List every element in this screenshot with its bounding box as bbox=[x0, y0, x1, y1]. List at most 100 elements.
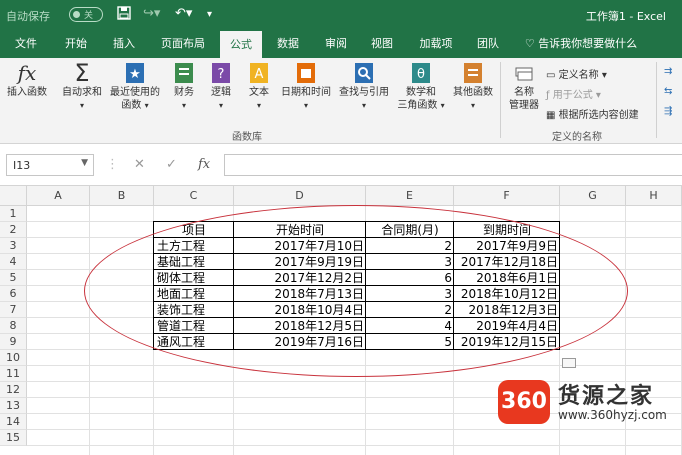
trace-precedents-icon[interactable]: ⇉ bbox=[664, 66, 672, 77]
text-button[interactable]: A 文本 ▾ bbox=[243, 62, 275, 112]
create-from-selection-button[interactable]: ▦ 根据所选内容创建 bbox=[546, 106, 639, 121]
autosave-state: 关 bbox=[84, 11, 94, 21]
ribbon-tabs: 文件 开始 插入 页面布局 公式 数据 审阅 视图 加载项 团队 ♡ 告诉我你想… bbox=[0, 30, 682, 58]
watermark-badge: 360 bbox=[498, 380, 550, 424]
autosave-toggle[interactable]: 关 bbox=[69, 7, 103, 22]
autosum-label: 自动求和 bbox=[62, 87, 102, 98]
tab-insert[interactable]: 插入 bbox=[104, 30, 144, 58]
watermark-url: www.360hyzj.com bbox=[558, 408, 667, 422]
calendar-book-icon bbox=[295, 62, 317, 84]
defined-names-group-label: 定义的名称 bbox=[552, 132, 602, 143]
row-header-13[interactable]: 13 bbox=[0, 398, 27, 414]
datetime-label: 日期和时间 bbox=[281, 87, 331, 98]
use-in-formula-button[interactable]: ƒ 用于公式 ▾ bbox=[546, 86, 601, 101]
svg-text:?: ? bbox=[218, 67, 225, 82]
row-header-4[interactable]: 4 bbox=[0, 254, 27, 270]
grid-create-icon: ▦ bbox=[546, 110, 556, 121]
column-header-f[interactable]: F bbox=[454, 186, 560, 206]
row-header-3[interactable]: 3 bbox=[0, 238, 27, 254]
name-manager-label-1: 名称 bbox=[514, 87, 534, 98]
row-header-2[interactable]: 2 bbox=[0, 222, 27, 238]
group-separator-2 bbox=[656, 62, 657, 138]
recent-functions-button[interactable]: ★ 最近使用的 函数 ▾ bbox=[106, 62, 164, 112]
tab-view[interactable]: 视图 bbox=[362, 30, 402, 58]
tab-data[interactable]: 数据 bbox=[268, 30, 308, 58]
row-header-6[interactable]: 6 bbox=[0, 286, 27, 302]
tab-page-layout[interactable]: 页面布局 bbox=[152, 30, 214, 58]
row-header-1[interactable]: 1 bbox=[0, 206, 27, 222]
text-label: 文本 bbox=[249, 87, 269, 98]
row-header-11[interactable]: 11 bbox=[0, 366, 27, 382]
more-functions-button[interactable]: 其他函数 ▾ bbox=[450, 62, 496, 112]
financial-label: 财务 bbox=[174, 87, 194, 98]
row-header-10[interactable]: 10 bbox=[0, 350, 27, 366]
tab-file[interactable]: 文件 bbox=[6, 30, 46, 58]
ribbon-formulas: fx 插入函数 Σ 自动求和 ▾ ★ 最近使用的 函数 ▾ 财务 ▾ ? 逻辑 ▾ A … bbox=[0, 58, 682, 144]
math-trig-button[interactable]: θ 数学和 三角函数 ▾ bbox=[392, 62, 450, 112]
redo-disabled-icon: ↪▾ bbox=[143, 6, 161, 21]
svg-text:★: ★ bbox=[129, 67, 141, 82]
autosum-button[interactable]: Σ 自动求和 ▾ bbox=[58, 61, 106, 112]
tell-me-box[interactable]: ♡ 告诉我你想要做什么 bbox=[522, 30, 640, 58]
column-header-a[interactable]: A bbox=[27, 186, 90, 206]
cancel-icon[interactable]: ✕ bbox=[134, 157, 145, 172]
tab-addins[interactable]: 加载项 bbox=[412, 30, 460, 58]
column-header-c[interactable]: C bbox=[154, 186, 234, 206]
lookup-book-icon bbox=[353, 62, 375, 84]
row-header-15[interactable]: 15 bbox=[0, 430, 27, 446]
tell-me-label: 告诉我你想要做什么 bbox=[538, 37, 638, 50]
name-manager-button[interactable]: 名称 管理器 bbox=[504, 62, 544, 112]
logical-button[interactable]: ? 逻辑 ▾ bbox=[205, 62, 237, 112]
remove-arrows-icon[interactable]: ⇶ bbox=[664, 106, 672, 117]
tab-formulas[interactable]: 公式 bbox=[220, 30, 262, 58]
group-separator bbox=[500, 62, 501, 138]
tab-home[interactable]: 开始 bbox=[56, 30, 96, 58]
formula-input[interactable] bbox=[224, 154, 682, 176]
financial-book-icon bbox=[173, 62, 195, 84]
drag-handle-icon[interactable]: ⋮ bbox=[106, 157, 119, 172]
define-name-button[interactable]: ▭ 定义名称 ▾ bbox=[546, 66, 607, 81]
fx-insert-icon[interactable]: fx bbox=[198, 157, 210, 172]
function-library-group-label: 函数库 bbox=[232, 132, 262, 143]
column-header-g[interactable]: G bbox=[560, 186, 626, 206]
column-header-d[interactable]: D bbox=[234, 186, 366, 206]
tab-review[interactable]: 审阅 bbox=[316, 30, 356, 58]
math-label-1: 数学和 bbox=[406, 87, 436, 98]
row-header-8[interactable]: 8 bbox=[0, 318, 27, 334]
row-header-14[interactable]: 14 bbox=[0, 414, 27, 430]
logical-label: 逻辑 bbox=[211, 87, 231, 98]
chevron-down-icon[interactable]: ▼ bbox=[81, 158, 88, 168]
row-header-7[interactable]: 7 bbox=[0, 302, 27, 318]
name-manager-label-2: 管理器 bbox=[509, 100, 539, 111]
financial-button[interactable]: 财务 ▾ bbox=[168, 62, 200, 112]
recent-label-2: 函数 bbox=[121, 100, 142, 111]
column-header-h[interactable]: H bbox=[626, 186, 682, 206]
customize-qat-icon[interactable]: ▾ bbox=[207, 9, 212, 20]
column-header-b[interactable]: B bbox=[90, 186, 154, 206]
autosave-label: 自动保存 bbox=[6, 10, 50, 23]
trace-dependents-icon[interactable]: ⇆ bbox=[664, 86, 672, 97]
enter-icon[interactable]: ✓ bbox=[166, 157, 177, 172]
paste-options-icon[interactable] bbox=[562, 358, 576, 368]
toggle-knob bbox=[73, 11, 80, 18]
undo-icon[interactable]: ↶▾ bbox=[175, 6, 192, 21]
row-header-5[interactable]: 5 bbox=[0, 270, 27, 286]
svg-text:A: A bbox=[255, 67, 264, 82]
gridline bbox=[89, 206, 90, 455]
row-header-12[interactable]: 12 bbox=[0, 382, 27, 398]
row-header-9[interactable]: 9 bbox=[0, 334, 27, 350]
text-book-icon: A bbox=[248, 62, 270, 84]
lookup-button[interactable]: 查找与引用 ▾ bbox=[336, 62, 392, 112]
column-header-e[interactable]: E bbox=[366, 186, 454, 206]
datetime-button[interactable]: 日期和时间 ▾ bbox=[276, 62, 336, 112]
tab-team[interactable]: 团队 bbox=[468, 30, 508, 58]
use-in-formula-label: 用于公式 bbox=[552, 90, 593, 101]
save-icon[interactable] bbox=[117, 6, 131, 24]
insert-function-button[interactable]: fx 插入函数 bbox=[4, 62, 50, 99]
formula-bar: I13 ▼ ⋮ ✕ ✓ fx bbox=[0, 144, 682, 186]
fx-icon: fx bbox=[17, 61, 37, 85]
select-all-corner[interactable] bbox=[0, 186, 27, 206]
name-box[interactable]: I13 ▼ bbox=[6, 154, 94, 176]
create-from-selection-label: 根据所选内容创建 bbox=[558, 110, 639, 121]
math-label-2: 三角函数 bbox=[397, 100, 438, 111]
